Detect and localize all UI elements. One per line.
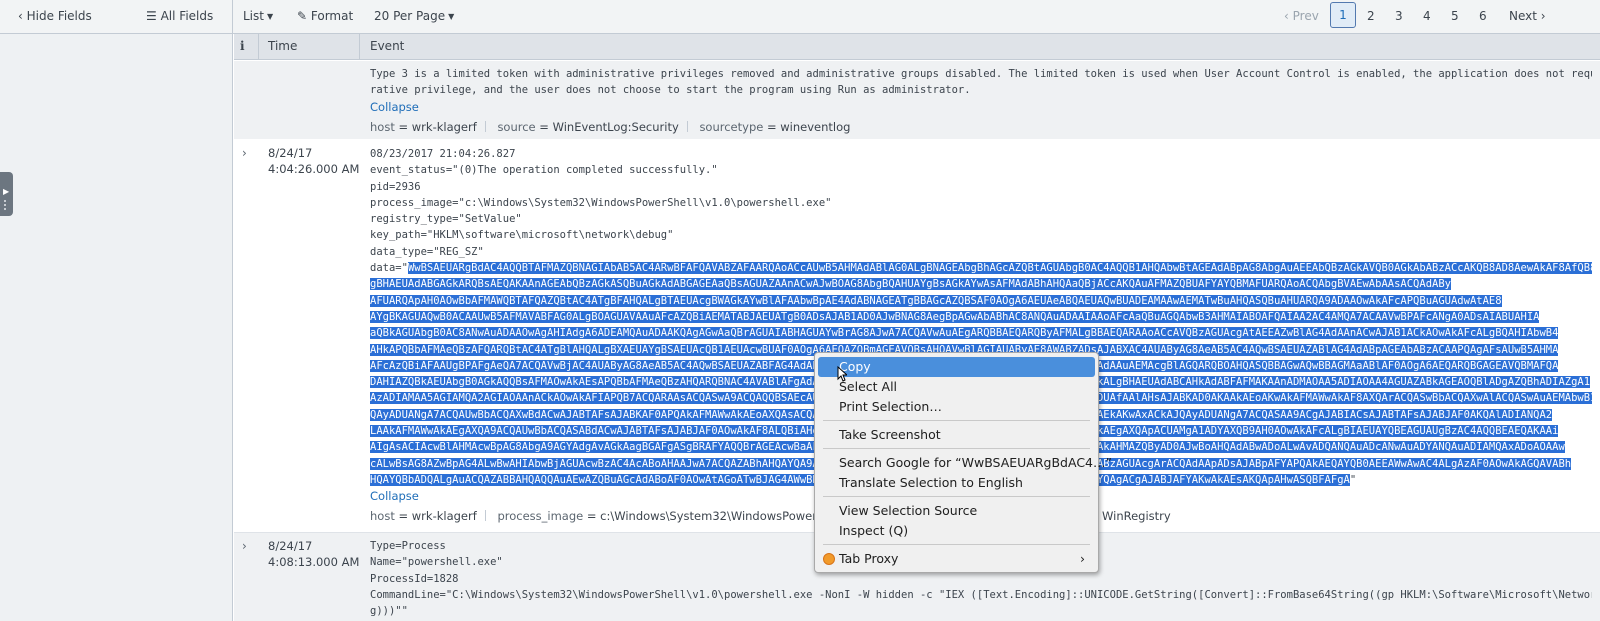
menu-item-search-google[interactable]: Search Google for “WwBSAEUARgBdAC4…”: [818, 453, 1112, 473]
menu-separator: [823, 544, 1090, 545]
menu-item-tab-proxy[interactable]: Tab Proxy ›: [818, 549, 1095, 569]
event-line: data_type="REG_SZ": [370, 245, 484, 258]
event-line: process_image="c:\Windows\System32\Windo…: [370, 196, 832, 209]
submenu-arrow-icon: ›: [1080, 551, 1085, 566]
play-arrow-icon: ▶: [3, 187, 10, 196]
event-line: Type 3 is a limited token with administr…: [370, 68, 1592, 80]
event-line: rative privilege, and the user does not …: [370, 84, 971, 97]
data-line: AYgBKAGUAQwB0ACAAUwB5AFMAVABFAG0ALgBOAGU…: [370, 309, 1592, 325]
all-fields-button[interactable]: ☰ All Fields: [146, 9, 213, 23]
data-line: gBHAEUAdABGAGkARQBsAEQAKAAnAGEAbQBzAGkAS…: [370, 276, 1592, 292]
event-time[interactable]: 8/24/17 4:08:13.000 AM: [268, 538, 359, 570]
field-divider: [484, 510, 486, 522]
fields-sidebar: [0, 34, 233, 621]
event-line: 08/23/2017 21:04:26.827: [370, 148, 516, 160]
menu-separator: [823, 496, 1090, 497]
selected-text[interactable]: WwBSAEUARgBdAC4AQQBTAFMAZQBNAGIAbAB5AC4A…: [407, 262, 1592, 275]
data-line: aQBkAGUAbgB0AC8ANwAuADAAOwAgAHIAdgA6ADEA…: [370, 325, 1592, 341]
format-button[interactable]: ✎ Format: [297, 9, 353, 23]
hide-fields-button[interactable]: ‹ Hide Fields: [18, 9, 92, 23]
expand-chevron-icon[interactable]: ›: [242, 146, 247, 160]
time-column-header[interactable]: Time: [268, 39, 297, 53]
table-row: Type 3 is a limited token with administr…: [234, 61, 1600, 139]
data-line: AFUARQApAH0AOwBbAFMAWQBTAFQAZQBtAC4ATgBF…: [370, 293, 1592, 309]
event-line: registry_type="SetValue": [370, 213, 522, 226]
table-header: i Time Event: [234, 34, 1600, 60]
page-3-button[interactable]: 3: [1395, 9, 1403, 23]
prev-page-button[interactable]: ‹ Prev: [1284, 9, 1319, 23]
info-column-header: i: [240, 39, 245, 53]
field-divider: [686, 120, 688, 132]
context-menu: Copy Select All Print Selection… Take Sc…: [814, 352, 1112, 573]
mouse-cursor-icon: [837, 366, 847, 382]
page-6-button[interactable]: 6: [1479, 9, 1487, 23]
page-5-button[interactable]: 5: [1451, 9, 1459, 23]
menu-item-select-all[interactable]: Select All: [818, 377, 1095, 397]
field-sourcetype[interactable]: WinRegistry: [1102, 508, 1171, 524]
list-icon: ☰: [146, 9, 157, 23]
chevron-left-icon: ‹: [1284, 9, 1289, 23]
page-2-button[interactable]: 2: [1367, 9, 1375, 23]
menu-item-print-selection[interactable]: Print Selection…: [818, 397, 1095, 417]
selected-text[interactable]: gBHAEUAdABGAGkARQBsAEQAKAAnAGEAbQBzAGkAS…: [370, 278, 1451, 291]
field-source[interactable]: source = WinEventLog:Security: [497, 120, 678, 134]
fields-panel-header: ‹ Hide Fields ☰ All Fields: [0, 0, 233, 33]
expand-chevron-icon[interactable]: ›: [242, 539, 247, 553]
menu-item-translate-selection[interactable]: Translate Selection to English: [818, 473, 1095, 493]
data-line: data="WwBSAEUARgBdAC4AQQBTAFMAZQBNAGIAbA…: [370, 260, 1592, 276]
page-4-button[interactable]: 4: [1423, 9, 1431, 23]
event-line: g)))"": [370, 605, 408, 618]
per-page-dropdown[interactable]: 20 Per Page ▼: [374, 9, 454, 23]
event-time[interactable]: 8/24/17 4:04:26.000 AM: [268, 145, 359, 177]
sidebar-toggle-handle[interactable]: ▶: [0, 172, 13, 216]
field-host[interactable]: host = wrk-klagerf: [370, 120, 477, 134]
event-line: CommandLine="C:\Windows\System32\Windows…: [370, 588, 1592, 601]
caret-down-icon: ▼: [448, 12, 455, 21]
grip-icon: [4, 200, 9, 210]
field-host[interactable]: host = wrk-klagerf: [370, 509, 477, 523]
next-page-button[interactable]: Next ›: [1509, 9, 1546, 23]
event-column-header: Event: [370, 39, 405, 53]
collapse-link[interactable]: Collapse: [370, 99, 1592, 115]
event-text: Type 3 is a limited token with administr…: [370, 66, 1592, 135]
menu-item-copy[interactable]: Copy: [818, 357, 1095, 377]
menu-item-take-screenshot[interactable]: Take Screenshot: [818, 425, 1095, 445]
menu-item-view-selection-source[interactable]: View Selection Source: [818, 501, 1095, 521]
chevron-right-icon: ›: [1540, 9, 1546, 23]
list-view-dropdown[interactable]: List ▼: [243, 9, 273, 23]
event-line: ProcessId=1828: [370, 572, 459, 585]
tab-proxy-icon: [823, 553, 835, 565]
event-fields: host = wrk-klagerf source = WinEventLog:…: [370, 119, 1592, 135]
field-divider: [484, 120, 486, 132]
menu-separator: [823, 420, 1090, 421]
chevron-left-icon: ‹: [18, 9, 23, 23]
column-divider[interactable]: [359, 34, 360, 60]
results-toolbar: ‹ Hide Fields ☰ All Fields List ▼ ✎ Forma…: [0, 0, 1600, 34]
event-line: event_status="(0)The operation completed…: [370, 164, 718, 177]
pencil-icon: ✎: [297, 9, 308, 23]
caret-down-icon: ▼: [266, 12, 274, 21]
page-1-button[interactable]: 1: [1330, 2, 1356, 28]
menu-item-inspect[interactable]: Inspect (Q): [818, 521, 1095, 541]
menu-separator: [823, 448, 1090, 449]
column-divider[interactable]: [258, 34, 259, 60]
selected-text[interactable]: aQBkAGUAbgB0AC8ANwAuADAAOwAgAHIAdgA6ADEA…: [370, 327, 1559, 340]
selected-text[interactable]: AFUARQApAH0AOwBbAFMAWQBTAFQAZQBtAC4ATgBF…: [370, 294, 1502, 307]
selected-text[interactable]: AYgBKAGUAQwB0ACAAUwB5AFMAVABFAG0ALgBOAGU…: [370, 310, 1540, 323]
event-line: pid=2936: [370, 180, 421, 193]
event-line: key_path="HKLM\software\microsoft\networ…: [370, 229, 674, 242]
field-sourcetype[interactable]: sourcetype = wineventlog: [699, 120, 850, 134]
